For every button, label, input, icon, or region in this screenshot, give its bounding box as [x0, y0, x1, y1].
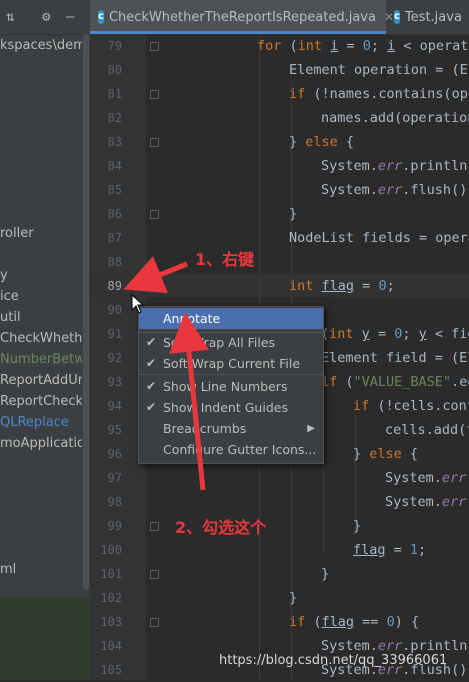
annotation-arrows	[123, 256, 209, 491]
watermark: https://blog.csdn.net/qq_33966061	[219, 653, 448, 668]
annotation-step1: 1、右键	[195, 250, 255, 269]
annotation-step2: 2、勾选这个	[175, 518, 267, 537]
arrow-to-gutter	[123, 256, 188, 294]
mouse-cursor-icon	[131, 294, 145, 314]
arrow-to-annotate	[169, 312, 209, 491]
